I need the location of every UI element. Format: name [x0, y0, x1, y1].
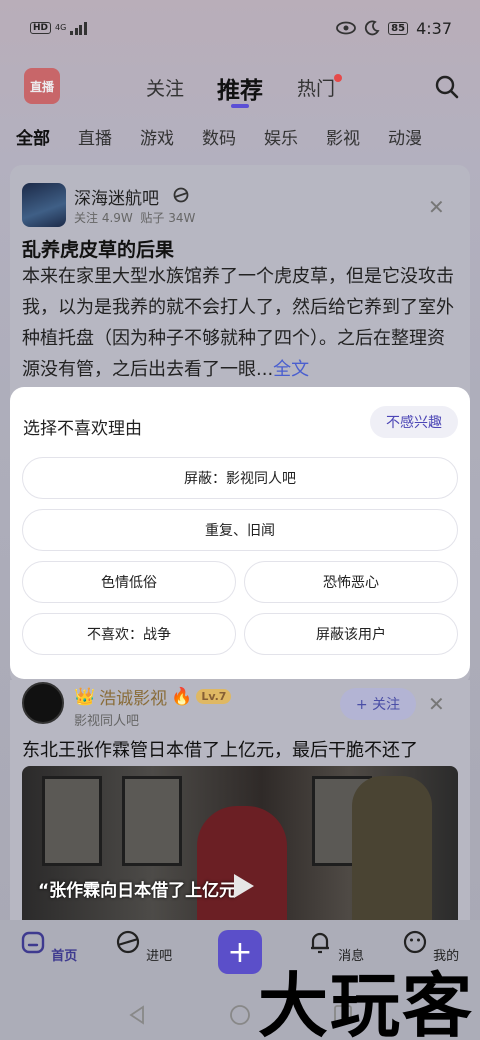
video-thumbnail[interactable]: “张作霖向日本借了上亿元”: [22, 766, 458, 920]
tab-hot[interactable]: 热门: [297, 74, 335, 101]
post-body[interactable]: 本来在家里大型水族馆养了一个虎皮草，但是它没攻击我，以为是我养的就不会打人了，然…: [22, 261, 454, 385]
close-icon[interactable]: ✕: [428, 692, 445, 716]
post-count: 贴子 34W: [140, 211, 196, 225]
dialog-title: 选择不喜欢理由: [23, 419, 142, 439]
reason-block-forum[interactable]: 屏蔽：影视同人吧: [22, 457, 458, 499]
reason-horror[interactable]: 恐怖恶心: [244, 561, 458, 603]
network-label: 4G: [55, 23, 67, 32]
status-left: HD 4G: [30, 21, 87, 35]
thumb-window: [122, 776, 182, 866]
play-icon[interactable]: [226, 870, 258, 902]
hot-red-dot: [334, 74, 342, 82]
tab-home-label: 首页: [51, 949, 78, 964]
moon-icon: [365, 20, 380, 36]
category-digital[interactable]: 数码: [202, 124, 236, 149]
battery-icon: 85: [388, 21, 409, 35]
follow-button[interactable]: + 关注: [340, 688, 416, 720]
reason-block-user[interactable]: 屏蔽该用户: [244, 613, 458, 655]
live-logo-icon[interactable]: 直播: [24, 68, 60, 104]
category-anime[interactable]: 动漫: [388, 124, 422, 149]
user-name-row[interactable]: 👑 浩诚影视 🔥 Lv.7: [74, 684, 232, 709]
back-icon[interactable]: [126, 1004, 148, 1026]
category-all[interactable]: 全部: [16, 124, 50, 149]
tab-forums-label: 进吧: [146, 949, 173, 964]
tab-home[interactable]: 首页: [18, 928, 78, 964]
user-avatar[interactable]: [22, 682, 64, 724]
tab-recommend[interactable]: 推荐: [217, 71, 263, 105]
clock: 4:37: [416, 18, 452, 38]
post-body-text: 本来在家里大型水族馆养了一个虎皮草，但是它没攻击我，以为是我养的就不会打人了，然…: [22, 266, 454, 380]
thumb-window: [42, 776, 102, 866]
active-tab-indicator: [231, 104, 249, 108]
tab-forums[interactable]: 进吧: [113, 928, 173, 964]
category-live[interactable]: 直播: [78, 124, 112, 149]
video-title[interactable]: 东北王张作霖管日本借了上亿元，最后干脆不还了: [22, 736, 418, 762]
top-nav: 直播 关注 推荐 热门: [0, 64, 480, 114]
user-name: 浩诚影视: [99, 689, 168, 709]
tab-following[interactable]: 关注: [146, 74, 184, 101]
status-bar: HD 4G 85 4:37: [0, 0, 480, 56]
home-icon: [21, 931, 44, 954]
video-caption: “张作霖向日本借了上亿元”: [38, 881, 248, 901]
signal-icon: [70, 21, 87, 35]
user-forum: 影视同人吧: [74, 714, 140, 729]
forum-avatar[interactable]: [22, 183, 66, 227]
close-icon[interactable]: ✕: [428, 195, 445, 219]
status-right: 85 4:37: [336, 19, 452, 38]
category-row: 全部 直播 游戏 数码 娱乐 影视 动漫: [0, 122, 480, 152]
reason-dislike-war[interactable]: 不喜欢：战争: [22, 613, 236, 655]
not-interested-button[interactable]: 不感兴趣: [370, 406, 458, 438]
create-post-button[interactable]: +: [218, 930, 262, 974]
fire-icon: 🔥: [171, 686, 193, 707]
crown-icon: 👑: [74, 686, 96, 707]
planet-icon: [116, 930, 140, 954]
eye-icon: [336, 21, 357, 35]
category-entertainment[interactable]: 娱乐: [264, 124, 298, 149]
level-badge: Lv.7: [196, 689, 232, 704]
dislike-reason-dialog: 选择不喜欢理由 不感兴趣 屏蔽：影视同人吧 重复、旧闻 色情低俗 恐怖恶心 不喜…: [10, 387, 470, 679]
post-title[interactable]: 乱养虎皮草的后果: [22, 235, 174, 262]
thumb-figure: [352, 776, 432, 920]
category-film[interactable]: 影视: [326, 124, 360, 149]
watermark-logo: 大玩客: [258, 965, 474, 1040]
follow-count: 关注 4.9W: [74, 211, 133, 225]
hd-badge: HD: [30, 22, 52, 34]
home-nav-icon[interactable]: [229, 1004, 251, 1026]
video-post-card[interactable]: 👑 浩诚影视 🔥 Lv.7 影视同人吧 + 关注 ✕ 东北王张作霖管日本借了上亿…: [10, 680, 470, 920]
forum-name[interactable]: 深海迷航吧: [74, 184, 159, 209]
read-more-link[interactable]: 全文: [273, 359, 309, 380]
search-icon[interactable]: [434, 74, 460, 100]
forum-meta: 关注 4.9W 贴子 34W: [74, 209, 195, 226]
planet-icon: [173, 187, 189, 203]
reason-vulgar[interactable]: 色情低俗: [22, 561, 236, 603]
reason-duplicate[interactable]: 重复、旧闻: [22, 509, 458, 551]
thumb-figure: [197, 806, 287, 920]
category-games[interactable]: 游戏: [140, 124, 174, 149]
